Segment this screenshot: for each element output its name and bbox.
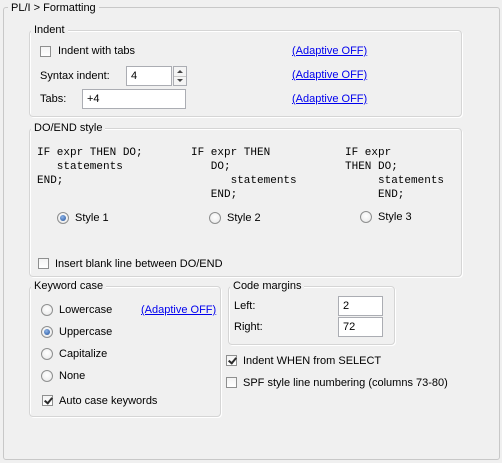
insert-blank-line-checkbox[interactable] — [38, 258, 49, 269]
panel-title: PL/I > Formatting — [8, 2, 99, 14]
adaptive-off-link-syntax-indent[interactable]: (Adaptive OFF) — [292, 69, 367, 81]
syntax-indent-label: Syntax indent: — [40, 70, 110, 82]
adaptive-off-link-tabs-value[interactable]: (Adaptive OFF) — [292, 93, 367, 105]
indent-with-tabs-label[interactable]: Indent with tabs — [58, 45, 135, 57]
code-margins-group-title: Code margins — [230, 280, 305, 292]
right-margin-label: Right: — [234, 321, 263, 333]
left-margin-label: Left: — [234, 300, 256, 312]
uppercase-label[interactable]: Uppercase — [59, 326, 112, 338]
spf-numbering-label[interactable]: SPF style line numbering (columns 73-80) — [243, 377, 448, 389]
syntax-indent-spinner[interactable] — [173, 66, 187, 86]
style1-radio[interactable] — [57, 212, 69, 224]
tabs-label: Tabs: — [40, 93, 67, 105]
indent-with-tabs-checkbox[interactable] — [40, 46, 51, 57]
spinner-down-button[interactable] — [174, 76, 186, 85]
style2-radio[interactable] — [209, 212, 221, 224]
tabs-input[interactable] — [82, 89, 186, 109]
arrow-down-icon — [177, 79, 183, 82]
lowercase-radio[interactable] — [41, 304, 53, 316]
style3-label[interactable]: Style 3 — [378, 211, 412, 223]
syntax-indent-input[interactable] — [126, 66, 172, 86]
none-radio[interactable] — [41, 370, 53, 382]
style1-code-sample: IF expr THEN DO; statements END; — [37, 147, 143, 187]
keyword-case-group-title: Keyword case — [31, 280, 107, 292]
lowercase-label[interactable]: Lowercase — [59, 304, 112, 316]
adaptive-off-link-tabs[interactable]: (Adaptive OFF) — [292, 45, 367, 57]
capitalize-radio[interactable] — [41, 348, 53, 360]
style2-label[interactable]: Style 2 — [227, 212, 261, 224]
style3-radio[interactable] — [360, 211, 372, 223]
style3-code-sample: IF expr THEN DO; statements END; — [345, 147, 445, 201]
auto-case-label[interactable]: Auto case keywords — [59, 395, 157, 407]
indent-when-label[interactable]: Indent WHEN from SELECT — [243, 355, 381, 367]
left-margin-input[interactable] — [338, 296, 383, 316]
right-margin-input[interactable] — [338, 317, 383, 337]
auto-case-checkbox[interactable] — [42, 395, 53, 406]
adaptive-off-link-keyword-case[interactable]: (Adaptive OFF) — [141, 304, 216, 316]
style1-label[interactable]: Style 1 — [75, 212, 109, 224]
do-end-style-group-title: DO/END style — [31, 122, 106, 134]
spf-numbering-checkbox[interactable] — [226, 377, 237, 388]
insert-blank-line-label[interactable]: Insert blank line between DO/END — [55, 258, 223, 270]
indent-group-title: Indent — [31, 24, 68, 36]
style2-code-sample: IF expr THEN DO; statements END; — [191, 147, 297, 201]
arrow-up-icon — [177, 70, 183, 73]
capitalize-label[interactable]: Capitalize — [59, 348, 107, 360]
uppercase-radio[interactable] — [41, 326, 53, 338]
indent-when-checkbox[interactable] — [226, 355, 237, 366]
none-label[interactable]: None — [59, 370, 85, 382]
